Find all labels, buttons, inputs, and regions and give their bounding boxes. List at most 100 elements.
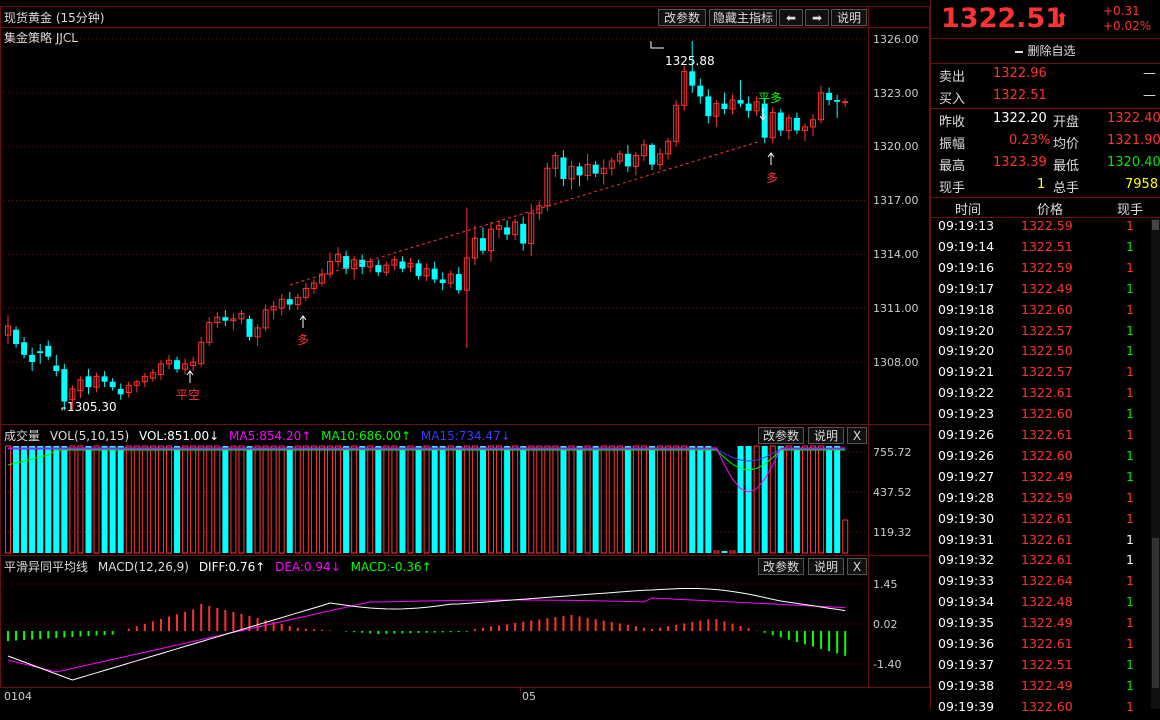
low-value: 1320.40 — [1107, 155, 1160, 170]
ticks-list[interactable]: 09:19:13 1322.59 1 09:19:14 1322.51 1 09:19:16… — [931, 218, 1160, 714]
tick-volume: 1 — [1126, 427, 1134, 442]
price-tick: 1308.00 — [873, 356, 919, 369]
tick-price: 1322.48 — [1021, 594, 1073, 610]
tick-price: 1322.61 — [1021, 636, 1073, 651]
volume-bar — [584, 445, 591, 554]
volume-bar — [383, 445, 390, 554]
macd-help-button[interactable]: 说明 — [808, 558, 844, 575]
scroll-right-button[interactable]: ➡ — [805, 9, 829, 26]
volume-bar — [810, 445, 816, 554]
edit-params-button[interactable]: 改参数 — [658, 9, 706, 26]
tick-volume: 1 — [1126, 406, 1134, 422]
divider — [931, 63, 1160, 64]
volume-bar — [29, 446, 36, 553]
volume-bar — [512, 445, 519, 554]
tick-time: 09:19:35 — [938, 615, 995, 631]
macd-chart[interactable] — [0, 576, 868, 686]
candle-body — [13, 329, 20, 345]
candle-body — [21, 342, 28, 355]
candle-body — [834, 100, 841, 102]
open-value: 1322.40 — [1107, 111, 1160, 126]
tick-volume: 1 — [1126, 322, 1134, 338]
scroll-left-button[interactable]: ⬅ — [779, 9, 803, 26]
tick-price: 1322.60 — [1021, 406, 1073, 422]
buy-price: 1322.51 — [993, 88, 1047, 103]
tick-row: 09:19:34 1322.48 1 — [931, 594, 1160, 615]
tick-row: 09:19:26 1322.61 1 — [931, 427, 1160, 448]
sell-price: 1322.96 — [993, 66, 1047, 81]
candle-body — [705, 96, 712, 117]
volume-bar — [705, 446, 712, 553]
tick-volume: 1 — [1126, 636, 1134, 651]
macd-title: 平滑异同平均线 — [4, 560, 89, 574]
avg-price-label: 均价 — [1053, 137, 1080, 152]
volume-bar — [310, 445, 317, 554]
volume-bar — [117, 446, 124, 553]
tick-volume: 1 — [1126, 447, 1134, 463]
ticks-scrollbar[interactable] — [1151, 218, 1160, 709]
volume-bar — [375, 446, 382, 553]
divider — [931, 108, 1160, 109]
tick-row: 09:19:39 1322.60 1 — [931, 699, 1160, 720]
buy-row: 买入 1322.51 — — [931, 88, 1160, 109]
tick-volume: 1 — [1126, 677, 1134, 693]
volume-bar — [141, 445, 148, 554]
price-tick: 1326.00 — [873, 33, 919, 46]
tick-price: 1322.51 — [1021, 238, 1073, 254]
remove-favorite-button[interactable]: 删除自选 — [931, 41, 1160, 61]
volume-help-button[interactable]: 说明 — [808, 427, 844, 444]
candle-body — [286, 299, 293, 305]
volume-bar — [608, 445, 615, 554]
candle-body — [504, 227, 511, 235]
time-tick-mark — [520, 686, 521, 691]
tick-time: 09:19:16 — [938, 259, 995, 275]
stats-row-2: 振幅 0.23% 均价 1321.90 — [931, 133, 1160, 154]
amplitude-label: 振幅 — [939, 137, 966, 152]
volume-bar — [351, 445, 358, 554]
tick-time: 09:19:23 — [938, 406, 995, 422]
up-arrow-icon: ⬆ — [1055, 10, 1070, 30]
candle-body — [721, 103, 728, 109]
tick-volume: 1 — [1126, 343, 1134, 359]
tick-row: 09:19:22 1322.61 1 — [931, 385, 1160, 406]
volume-chart[interactable] — [0, 445, 868, 554]
volume-bar — [689, 446, 696, 553]
scrollbar-thumb[interactable] — [1152, 538, 1159, 688]
volume-close-button[interactable]: X — [847, 427, 867, 444]
tick-price: 1322.49 — [1021, 280, 1073, 296]
volume-bar — [568, 445, 575, 554]
volume-bar — [681, 445, 688, 554]
tick-price: 1322.60 — [1021, 447, 1073, 463]
macd-edit-params-button[interactable]: 改参数 — [758, 558, 804, 575]
volume-bar — [286, 446, 293, 553]
chart-area[interactable]: 现货黄金 (15分钟) 集金策略 JJCL 改参数 隐藏主指标 ⬅ ➡ 说明 1… — [0, 0, 930, 709]
volume-ma10: MA10:686.00↑ — [321, 429, 412, 443]
help-button[interactable]: 说明 — [831, 9, 867, 26]
tick-price: 1322.61 — [1021, 427, 1073, 442]
candle-body — [697, 85, 704, 97]
tick-row: 09:19:38 1322.49 1 — [931, 678, 1160, 699]
prev-close-value: 1322.20 — [993, 111, 1047, 126]
volume-edit-params-button[interactable]: 改参数 — [758, 427, 804, 444]
tick-time: 09:19:17 — [938, 280, 995, 296]
volume-bar — [552, 445, 559, 554]
candle-body — [117, 388, 124, 395]
tick-price: 1322.60 — [1021, 698, 1073, 714]
tick-price: 1322.51 — [1021, 656, 1073, 672]
sell-volume: — — [1143, 66, 1156, 81]
price-change: +0.31 — [1103, 4, 1140, 18]
candle-body — [174, 360, 181, 370]
hide-main-indicator-button[interactable]: 隐藏主指标 — [709, 9, 777, 26]
volume-title: 成交量 — [4, 429, 41, 443]
tick-volume: 1 — [1126, 552, 1134, 568]
candlestick-chart[interactable] — [0, 28, 868, 424]
volume-bar — [367, 445, 374, 554]
current-volume-label: 现手 — [939, 181, 966, 196]
tick-price: 1322.61 — [1021, 385, 1073, 401]
tick-row: 09:19:33 1322.64 1 — [931, 573, 1160, 594]
scroll-up-arrow-icon[interactable] — [1152, 220, 1159, 230]
tick-time: 09:19:14 — [938, 238, 995, 254]
signal-close-long: 平多 — [758, 91, 783, 105]
macd-close-button[interactable]: X — [847, 558, 867, 575]
tick-row: 09:19:14 1322.51 1 — [931, 239, 1160, 260]
